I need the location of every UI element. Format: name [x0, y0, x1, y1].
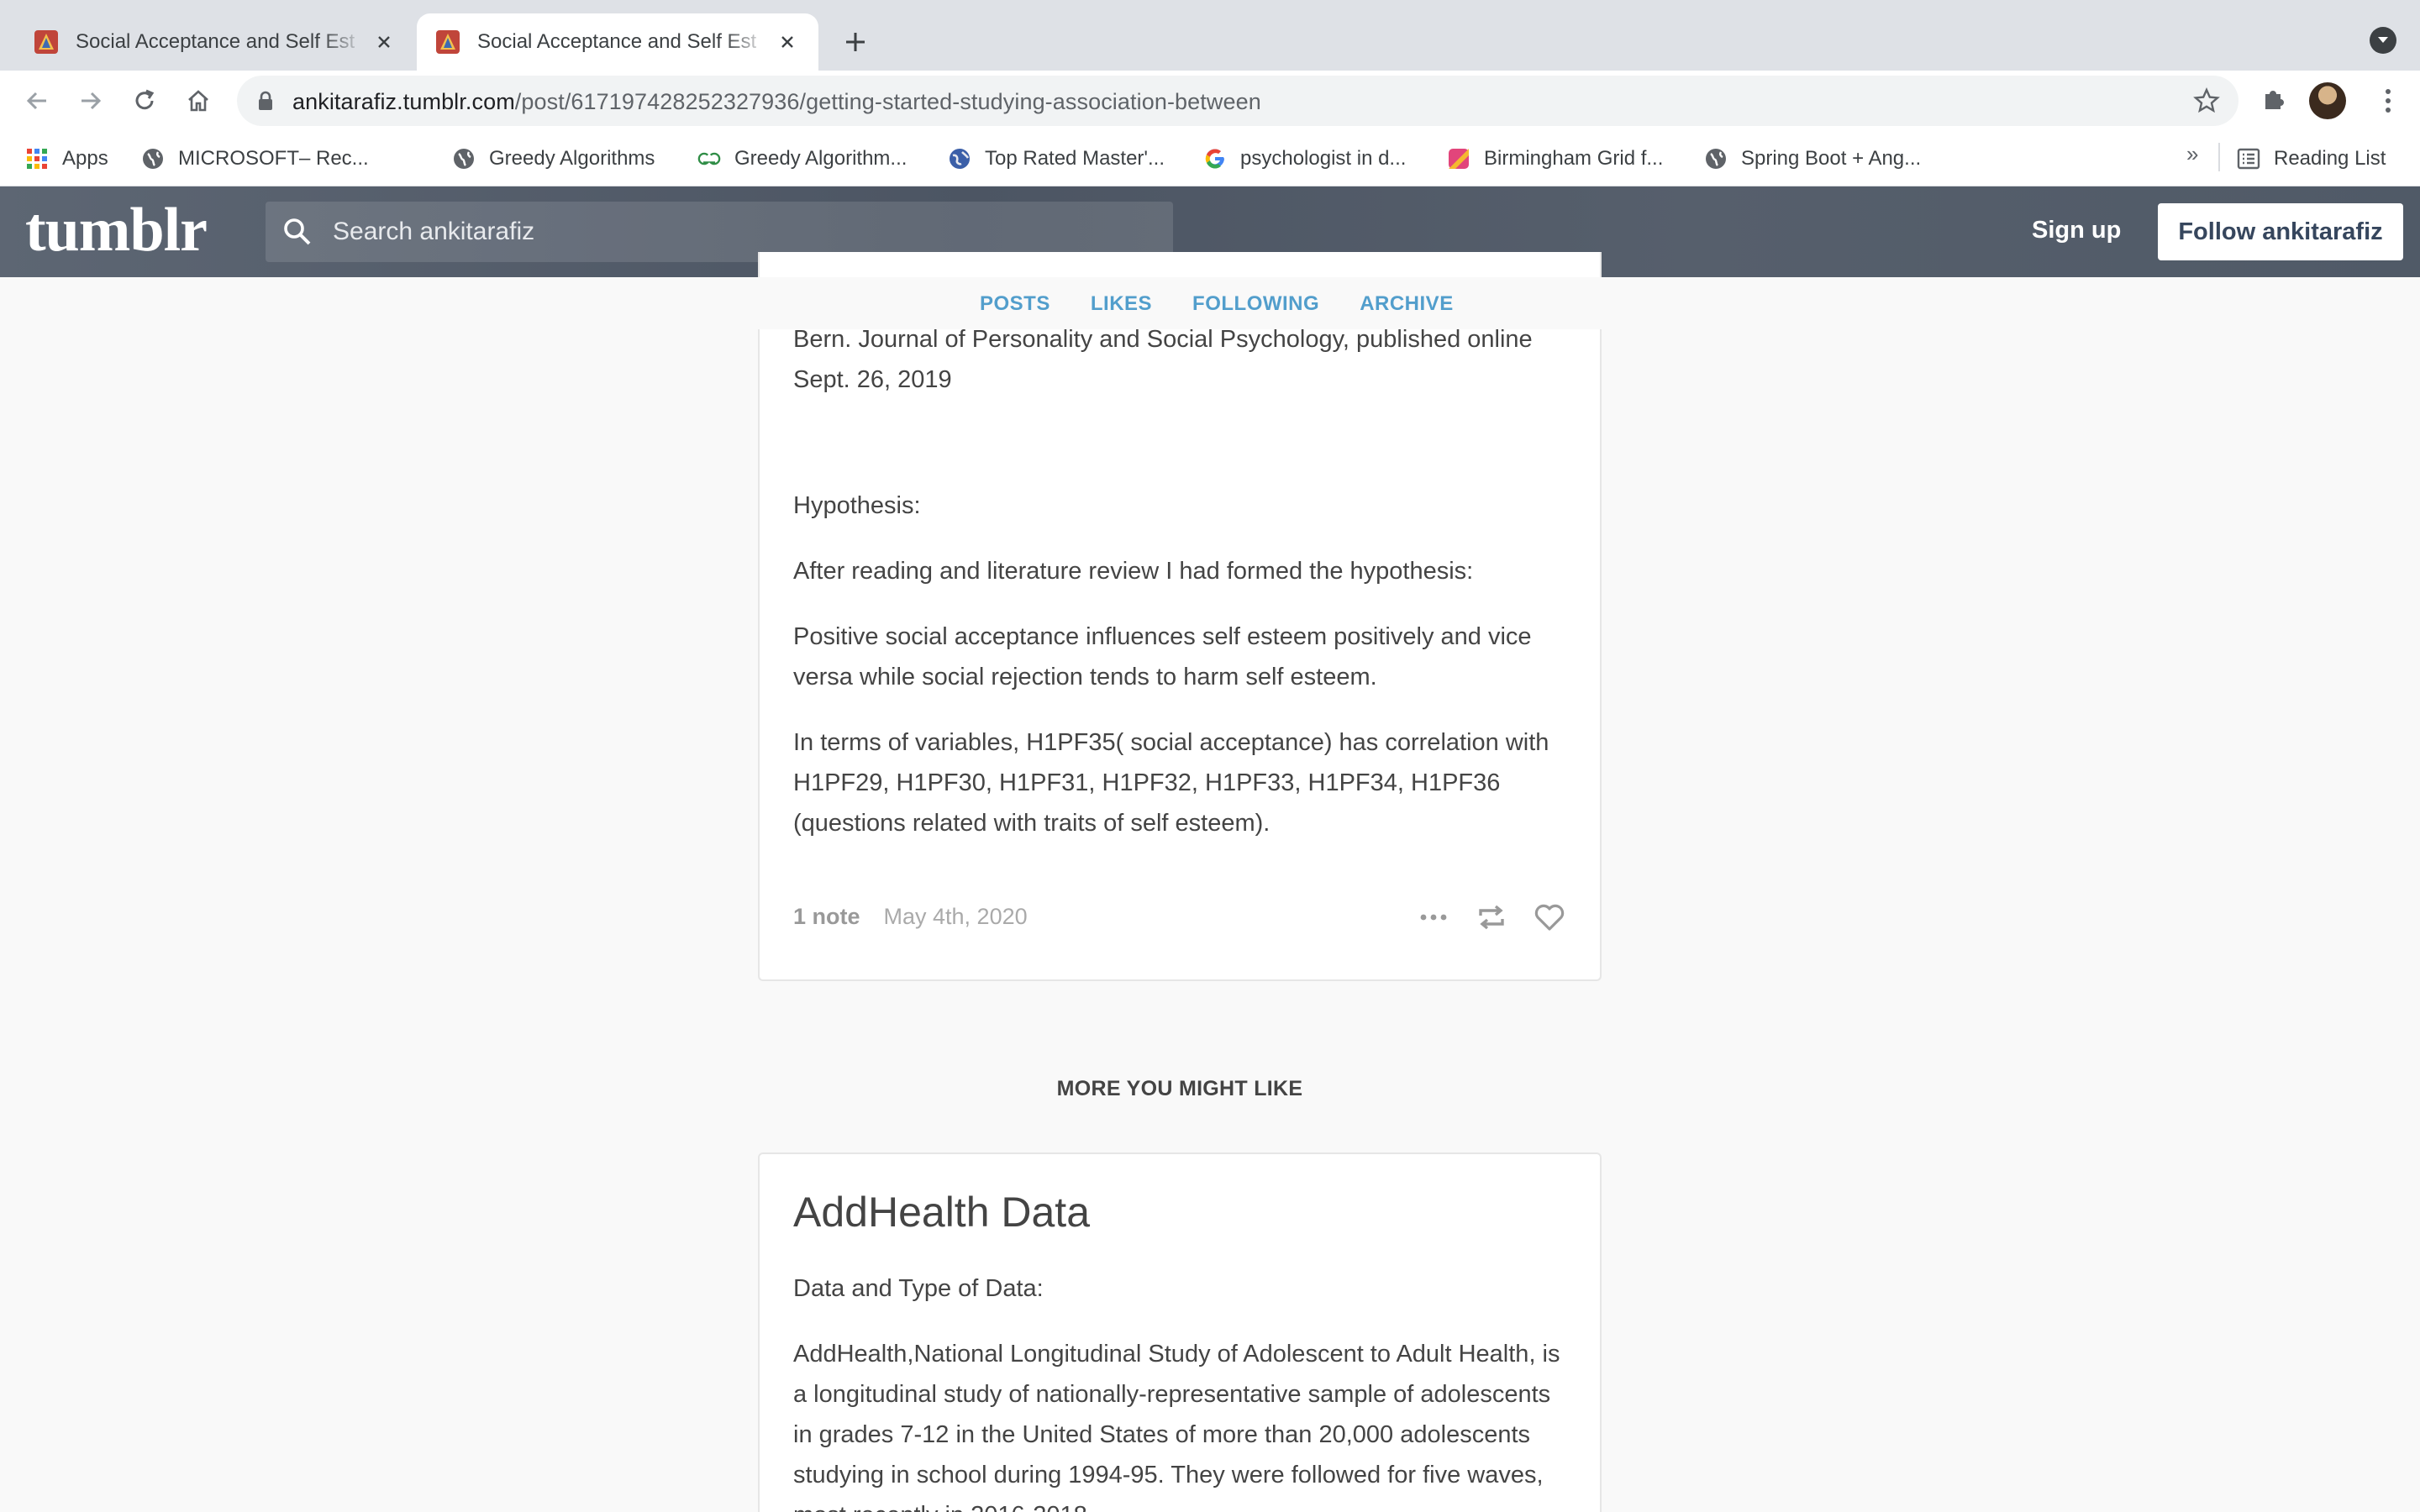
- post-card: Bern. Journal of Personality and Social …: [758, 252, 1602, 981]
- browser-menu-kebab-icon[interactable]: [2371, 84, 2405, 118]
- home-icon[interactable]: [182, 84, 215, 118]
- bookmark-star-icon[interactable]: [2193, 87, 2220, 114]
- reading-list-icon: [2237, 147, 2260, 171]
- reblog-icon[interactable]: [1476, 902, 1507, 932]
- reading-list-label: Reading List: [2274, 147, 2386, 170]
- close-tab-icon[interactable]: [371, 29, 397, 55]
- tumblr-favicon-icon: [436, 30, 460, 54]
- google-g-icon: [1203, 147, 1227, 171]
- bookmark-top-rated[interactable]: Top Rated Master'...: [948, 143, 1165, 175]
- close-tab-icon[interactable]: [775, 29, 800, 55]
- globe-icon: [141, 147, 165, 171]
- earth-icon: [948, 147, 971, 171]
- notes-count[interactable]: 1 note: [793, 904, 860, 930]
- bookmark-colorful-icon: [1447, 147, 1470, 171]
- post-paragraph: Positive social acceptance influences se…: [793, 623, 1532, 690]
- related-post-card: AddHealth Data Data and Type of Data: Ad…: [758, 1152, 1602, 1512]
- post-paragraph: In terms of variables, H1PF35( social ac…: [793, 729, 1549, 837]
- url-text: ankitarafiz.tumblr.com/post/617197428252…: [292, 89, 1261, 115]
- bookmark-label: Apps: [62, 147, 108, 170]
- more-you-might-like-heading: MORE YOU MIGHT LIKE: [1056, 1077, 1303, 1100]
- bookmark-label: Top Rated Master'...: [985, 147, 1165, 170]
- more-options-icon[interactable]: [1417, 902, 1450, 932]
- bookmark-birmingham-grid[interactable]: Birmingham Grid f...: [1447, 143, 1663, 175]
- bookmarks-divider: [2218, 143, 2220, 171]
- nav-following[interactable]: FOLLOWING: [1192, 292, 1319, 316]
- blog-nav: POSTS LIKES FOLLOWING ARCHIVE: [0, 277, 2420, 329]
- related-post-paragraph: AddHealth,National Longitudinal Study of…: [793, 1341, 1560, 1512]
- reload-icon[interactable]: [128, 84, 161, 118]
- globe-icon: [452, 147, 476, 171]
- related-post-title[interactable]: AddHealth Data: [793, 1188, 1090, 1236]
- bookmark-apps[interactable]: Apps: [25, 143, 108, 175]
- browser-tab-active[interactable]: Social Acceptance and Self Est: [417, 13, 818, 71]
- forward-arrow-icon[interactable]: [74, 84, 108, 118]
- geeksforgeeks-icon: [697, 147, 721, 171]
- post-meta: 1 note May 4th, 2020: [793, 904, 1028, 930]
- bookmarks-bar: Apps MICROSOFT– Rec... Greedy Algorithms…: [0, 131, 2420, 186]
- tab-search-chevron-icon[interactable]: [2370, 27, 2396, 54]
- post-paragraph: After reading and literature review I ha…: [793, 558, 1474, 585]
- url-host: ankitarafiz.tumblr.com: [292, 89, 515, 114]
- nav-likes[interactable]: LIKES: [1091, 292, 1152, 316]
- lock-icon: [259, 91, 272, 110]
- browser-tab[interactable]: Social Acceptance and Self Est: [15, 13, 415, 71]
- bookmark-label: MICROSOFT– Rec...: [178, 147, 369, 170]
- bookmark-label: Greedy Algorithms: [489, 147, 655, 170]
- like-heart-icon[interactable]: [1533, 902, 1566, 932]
- related-post-paragraph: Data and Type of Data:: [793, 1275, 1044, 1302]
- address-bar[interactable]: ankitarafiz.tumblr.com/post/617197428252…: [237, 76, 2238, 126]
- apps-grid-icon: [25, 147, 49, 171]
- new-tab-plus-icon[interactable]: [839, 25, 872, 59]
- post-paragraph: Hypothesis:: [793, 492, 921, 519]
- sign-up-link[interactable]: Sign up: [2032, 217, 2121, 244]
- search-icon: [284, 218, 311, 245]
- extensions-puzzle-icon[interactable]: [2260, 84, 2289, 113]
- globe-icon: [1704, 147, 1728, 171]
- tumblr-logo[interactable]: tumblr: [25, 195, 208, 266]
- bookmarks-overflow-chevron[interactable]: »: [2186, 141, 2198, 167]
- follow-button[interactable]: Follow ankitarafiz: [2158, 203, 2403, 260]
- tumblr-favicon-icon: [34, 30, 58, 54]
- bookmark-spring-boot[interactable]: Spring Boot + Ang...: [1704, 143, 1921, 175]
- tab-title: Social Acceptance and Self Est: [76, 30, 355, 53]
- url-path: /post/617197428252327936/getting-started…: [514, 89, 1261, 114]
- tab-title: Social Acceptance and Self Est: [477, 30, 757, 53]
- back-arrow-icon[interactable]: [20, 84, 54, 118]
- bookmark-greedy-algorithms[interactable]: Greedy Algorithms: [452, 143, 655, 175]
- bookmark-psychologist[interactable]: psychologist in d...: [1203, 143, 1406, 175]
- post-date[interactable]: May 4th, 2020: [884, 904, 1028, 930]
- bookmark-label: Greedy Algorithm...: [734, 147, 908, 170]
- bookmark-label: Birmingham Grid f...: [1484, 147, 1664, 170]
- bookmark-label: Spring Boot + Ang...: [1741, 147, 1922, 170]
- post-paragraph: Bern. Journal of Personality and Social …: [793, 326, 1533, 393]
- browser-tab-strip: Social Acceptance and Self Est Social Ac…: [0, 0, 2420, 71]
- profile-avatar[interactable]: [2309, 82, 2346, 119]
- reading-list-button[interactable]: Reading List: [2237, 143, 2386, 175]
- bookmark-greedy-algorithm-gfg[interactable]: Greedy Algorithm...: [697, 143, 907, 175]
- bookmark-label: psychologist in d...: [1240, 147, 1407, 170]
- post-actions: [1417, 902, 1566, 932]
- nav-posts[interactable]: POSTS: [980, 292, 1050, 316]
- bookmark-microsoft[interactable]: MICROSOFT– Rec...: [141, 143, 369, 175]
- nav-archive[interactable]: ARCHIVE: [1360, 292, 1454, 316]
